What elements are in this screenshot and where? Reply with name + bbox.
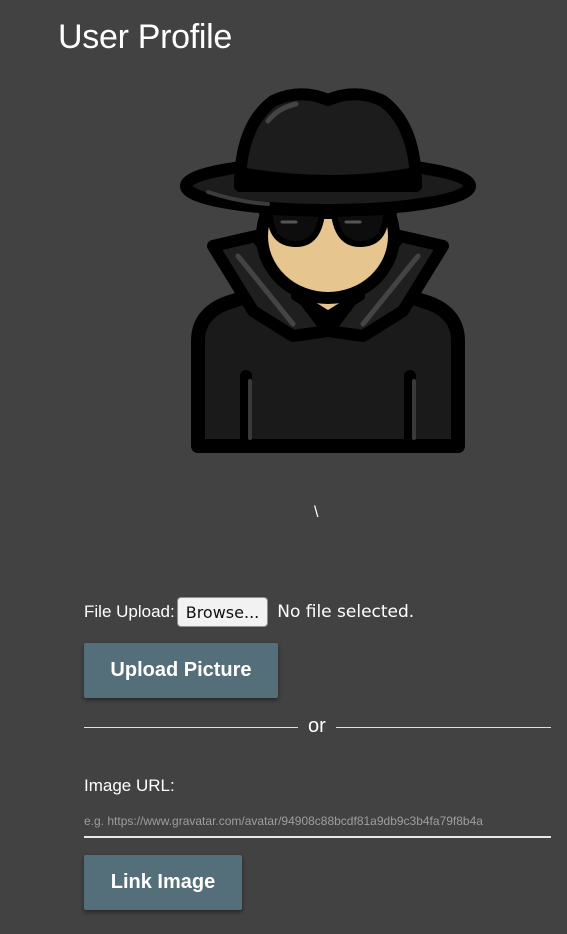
page-title: User Profile xyxy=(58,18,233,56)
divider-line-left xyxy=(84,727,298,728)
spy-avatar-icon xyxy=(180,88,476,453)
file-upload-row: File Upload: Browse... No file selected. xyxy=(84,596,414,628)
file-upload-label: File Upload: xyxy=(84,602,175,621)
link-image-button[interactable]: Link Image xyxy=(84,855,242,910)
browse-button[interactable]: Browse... xyxy=(176,597,269,627)
avatar xyxy=(178,86,478,461)
file-status-text: No file selected. xyxy=(277,602,415,622)
stray-text: \ xyxy=(314,504,319,521)
upload-picture-button[interactable]: Upload Picture xyxy=(84,643,278,698)
image-url-label: Image URL: xyxy=(84,776,175,795)
image-url-input[interactable] xyxy=(84,806,551,838)
divider-or-text: or xyxy=(308,715,326,737)
divider-line-right xyxy=(336,727,551,728)
